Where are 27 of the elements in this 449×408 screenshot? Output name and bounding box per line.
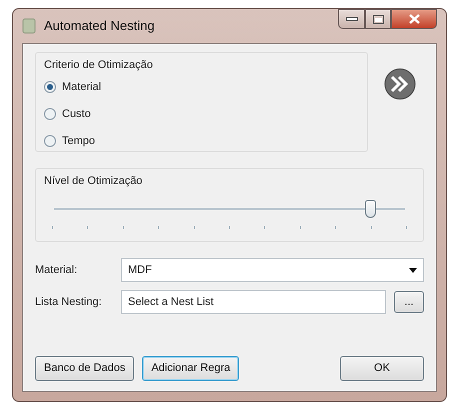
close-icon (408, 14, 420, 24)
radio-label[interactable]: Material (62, 78, 102, 96)
dialog-button[interactable]: OK (340, 356, 424, 381)
field-label: Material: (35, 262, 78, 278)
group-title: Nível de Otimização (44, 174, 144, 189)
close-button[interactable] (391, 9, 437, 29)
caret-icon (409, 268, 417, 272)
browse-button[interactable]: ... (394, 291, 424, 313)
window-title: Automated Nesting (44, 17, 155, 36)
radio-label[interactable]: Custo (62, 106, 91, 122)
maximize-button[interactable] (365, 9, 391, 29)
dialog-button[interactable]: Banco de Dados (35, 356, 134, 381)
maximize-icon (372, 14, 384, 24)
radio-button[interactable] (44, 108, 56, 120)
dialog-button[interactable]: Adicionar Regra (142, 356, 240, 381)
slider-thumb[interactable] (364, 200, 376, 218)
app-icon (22, 18, 36, 34)
minimize-icon (346, 17, 358, 21)
nest-list-field[interactable]: Select a Nest List (121, 290, 386, 314)
radio-label[interactable]: Tempo (62, 132, 96, 150)
group-title: Criterio de Otimização (44, 58, 154, 73)
minimize-button[interactable] (338, 9, 365, 29)
material-dropdown[interactable]: MDF (121, 258, 424, 282)
forward-icon[interactable] (384, 68, 416, 100)
radio-button[interactable] (44, 135, 56, 147)
field-label: Lista Nesting: (35, 294, 103, 310)
radio-button[interactable] (44, 81, 56, 93)
